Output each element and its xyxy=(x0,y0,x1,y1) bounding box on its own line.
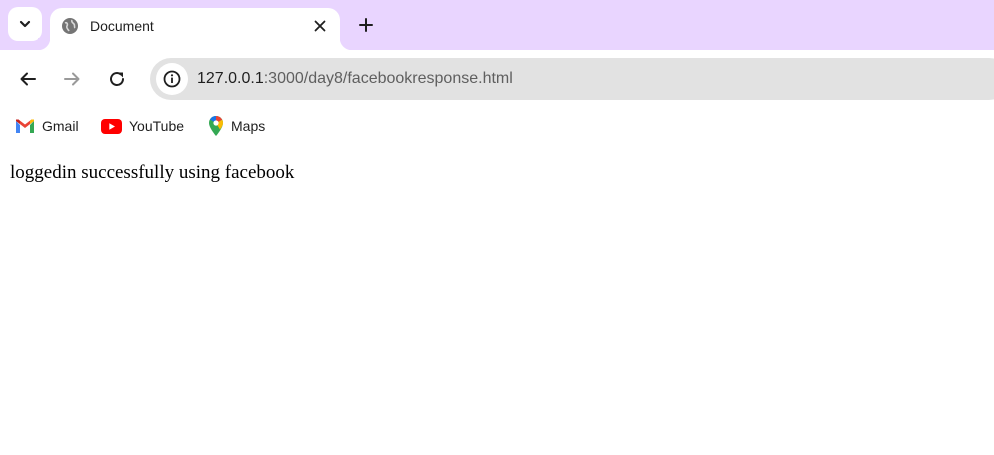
bookmark-label: YouTube xyxy=(129,118,185,134)
new-tab-button[interactable] xyxy=(352,11,380,39)
reload-button[interactable] xyxy=(101,63,133,95)
arrow-right-icon xyxy=(64,72,80,86)
url-path: :3000/day8/facebookresponse.html xyxy=(263,70,513,87)
maps-icon xyxy=(209,116,223,136)
bookmark-maps[interactable]: Maps xyxy=(208,112,265,140)
reload-icon xyxy=(110,72,124,86)
bookmark-gmail[interactable]: Gmail xyxy=(15,112,79,140)
plus-icon xyxy=(359,18,373,32)
tab-strip: Document xyxy=(0,0,994,50)
tab-search-button[interactable] xyxy=(8,7,42,41)
close-icon xyxy=(314,20,326,32)
tab-title: Document xyxy=(90,18,154,34)
tab-close-button[interactable] xyxy=(308,14,332,38)
address-bar[interactable]: 127.0.0.1:3000/day8/facebookresponse.htm… xyxy=(150,58,994,100)
arrow-left-icon xyxy=(20,72,36,86)
bookmark-label: Gmail xyxy=(42,118,79,134)
chevron-down-icon xyxy=(19,20,31,28)
youtube-icon xyxy=(101,118,122,134)
info-icon xyxy=(163,70,181,88)
browser-toolbar: 127.0.0.1:3000/day8/facebookresponse.htm… xyxy=(0,50,994,108)
page-content: loggedin successfully using facebook xyxy=(0,144,994,455)
site-info-button[interactable] xyxy=(156,63,188,95)
gmail-icon xyxy=(16,119,34,133)
active-tab[interactable]: Document xyxy=(38,8,352,50)
back-button[interactable] xyxy=(12,63,44,95)
login-message: loggedin successfully using facebook xyxy=(10,162,295,183)
bookmark-youtube[interactable]: YouTube xyxy=(101,112,184,140)
url-text[interactable]: 127.0.0.1:3000/day8/facebookresponse.htm… xyxy=(197,69,513,89)
bookmark-label: Maps xyxy=(231,118,266,134)
url-host: 127.0.0.1 xyxy=(197,70,264,87)
globe-icon xyxy=(62,18,78,34)
bookmarks-bar: Gmail YouTube Maps xyxy=(0,108,994,144)
forward-button[interactable] xyxy=(56,63,88,95)
